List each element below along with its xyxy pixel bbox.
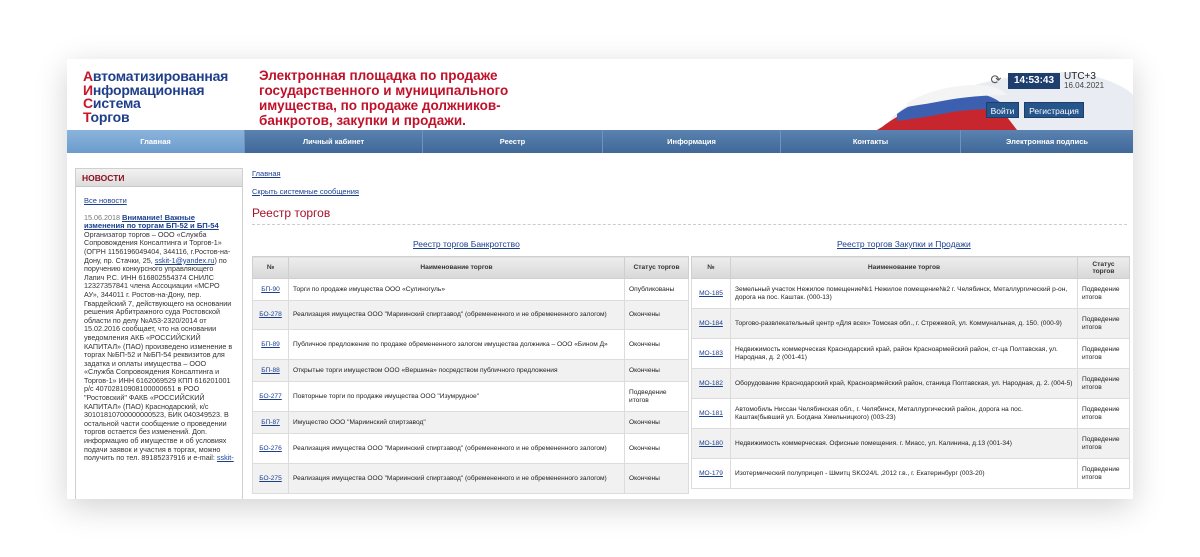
lot-number-link[interactable]: МО-181 [691,398,731,429]
lot-number-link[interactable]: БО-277 [252,381,289,412]
lot-status: Опубликованы [624,278,689,301]
breadcrumb[interactable]: Главная [252,169,281,178]
lot-status: Подведение итогов [624,381,689,412]
lot-number-link[interactable]: БО-276 [252,433,289,464]
lot-status: Подведение итогов [1077,308,1130,339]
lot-status: Окончены [624,433,689,464]
hide-messages-link[interactable]: Скрыть системные сообщения [252,187,359,196]
lot-status: Подведение итогов [1077,428,1130,459]
registry-purchases-link[interactable]: Реестр торгов Закупки и Продажи [837,239,971,249]
col-header-num: № [691,256,731,279]
lot-status: Подведение итогов [1077,368,1130,399]
lot-name: Имущество ООО "Мариинский спиртзавод" [287,411,626,434]
lot-name: Реализация имущества ООО "Мариинский спи… [287,300,626,330]
registry-table-purchases: № Наименование торгов Статус торгов МО-1… [691,256,1130,489]
lot-number-link[interactable]: МО-183 [691,338,731,369]
lot-name: Торги по продаже имущества ООО «Сулиногу… [287,278,626,301]
lot-number-link[interactable]: МО-184 [691,308,731,339]
divider [252,224,1127,225]
col-header-status: Статус торгов [1077,256,1130,279]
lot-status: Подведение итогов [1077,458,1130,489]
registry-table-bankruptcy: № Наименование торгов Статус торгов БП-9… [252,256,689,494]
site-logo[interactable]: Автоматизированная Информационная Систем… [83,69,228,125]
server-clock: 14:53:43 [1008,73,1061,89]
russia-flag-map-image [867,59,1133,130]
all-news-link[interactable]: Все новости [84,196,234,206]
login-button[interactable]: Войти [986,102,1019,118]
lot-status: Окончены [624,300,689,330]
lot-status: Подведение итогов [1077,398,1130,429]
browser-page: Автоматизированная Информационная Систем… [67,59,1133,499]
lot-number-link[interactable]: БП-89 [252,329,289,360]
lot-name: Недвижимость коммерческая Краснодарский … [729,338,1079,369]
nav-item-home[interactable]: Главная [67,130,245,153]
lot-status: Окончены [624,359,689,382]
current-date: 16.04.2021 [1064,81,1105,90]
main-content: Главная Скрыть системные сообщения Реест… [252,153,1133,499]
nav-item-cabinet[interactable]: Личный кабинет [245,130,423,153]
lot-number-link[interactable]: БП-88 [252,359,289,382]
lot-name: Изотермический полуприцеп - Шмитц SKO24/… [729,458,1079,489]
lot-name: Земельный участок Нежилое помещение№1 Не… [729,278,1079,309]
lot-number-link[interactable]: МО-179 [691,458,731,489]
lot-name: Торгово-развлекательный центр «Для всех»… [729,308,1079,339]
news-body-continued: ) по поручению конкурсного управляющего … [84,255,233,463]
logo-text: оргов [90,108,130,125]
page-title: Реестр торгов [252,206,331,220]
site-headline: Электронная площадка по продаже государс… [259,68,509,128]
lot-name: Автомобиль Ниссан Челябинская обл., г. Ч… [729,398,1079,429]
lot-status: Окончены [624,329,689,360]
news-sidebar: НОВОСТИ Все новости 15.06.2018 Внимание!… [75,168,243,499]
news-email-link-2[interactable]: sskit- [217,453,234,462]
lot-status: Окончены [624,463,689,494]
col-header-name: Наименование торгов [287,256,626,279]
lot-name: Публичное предложение по продаже обремен… [287,329,626,360]
lot-number-link[interactable]: МО-185 [691,278,731,309]
col-header-name: Наименование торгов [729,256,1079,279]
lot-name: Реализация имущества ООО "Мариинский спи… [287,433,626,464]
lot-status: Подведение итогов [1077,278,1130,309]
main-nav: Главная Личный кабинет Реестр Информация… [67,130,1133,153]
site-header: Автоматизированная Информационная Систем… [67,59,1133,130]
lot-status: Подведение итогов [1077,338,1130,369]
lot-number-link[interactable]: БП-87 [252,411,289,434]
nav-item-signature[interactable]: Электронная подпись [961,130,1133,153]
lot-name: Недвижимость коммерческая. Офисные помещ… [729,428,1079,459]
lot-name: Открытые торги имуществом ООО «Вершина» … [287,359,626,382]
lot-number-link[interactable]: БП-90 [252,278,289,301]
nav-item-registry[interactable]: Реестр [423,130,603,153]
nav-item-contacts[interactable]: Контакты [781,130,961,153]
lot-name: Оборудование Краснодарский край, Красноа… [729,368,1079,399]
lot-number-link[interactable]: МО-182 [691,368,731,399]
lot-status: Окончены [624,411,689,434]
lot-number-link[interactable]: БО-278 [252,300,289,330]
registry-bankruptcy-link[interactable]: Реестр торгов Банкротство [413,239,520,249]
nav-item-info[interactable]: Информация [603,130,781,153]
register-button[interactable]: Регистрация [1024,102,1084,118]
lot-number-link[interactable]: МО-180 [691,428,731,459]
lot-name: Повторные торги по продаже имущества ООО… [287,381,626,412]
col-header-num: № [252,256,289,279]
refresh-icon[interactable]: ⟳ [989,73,1003,87]
col-header-status: Статус торгов [624,256,689,279]
lot-number-link[interactable]: БО-275 [252,463,289,494]
lot-name: Реализация имущества ООО "Мариинский спи… [287,463,626,494]
news-heading: НОВОСТИ [76,169,242,187]
